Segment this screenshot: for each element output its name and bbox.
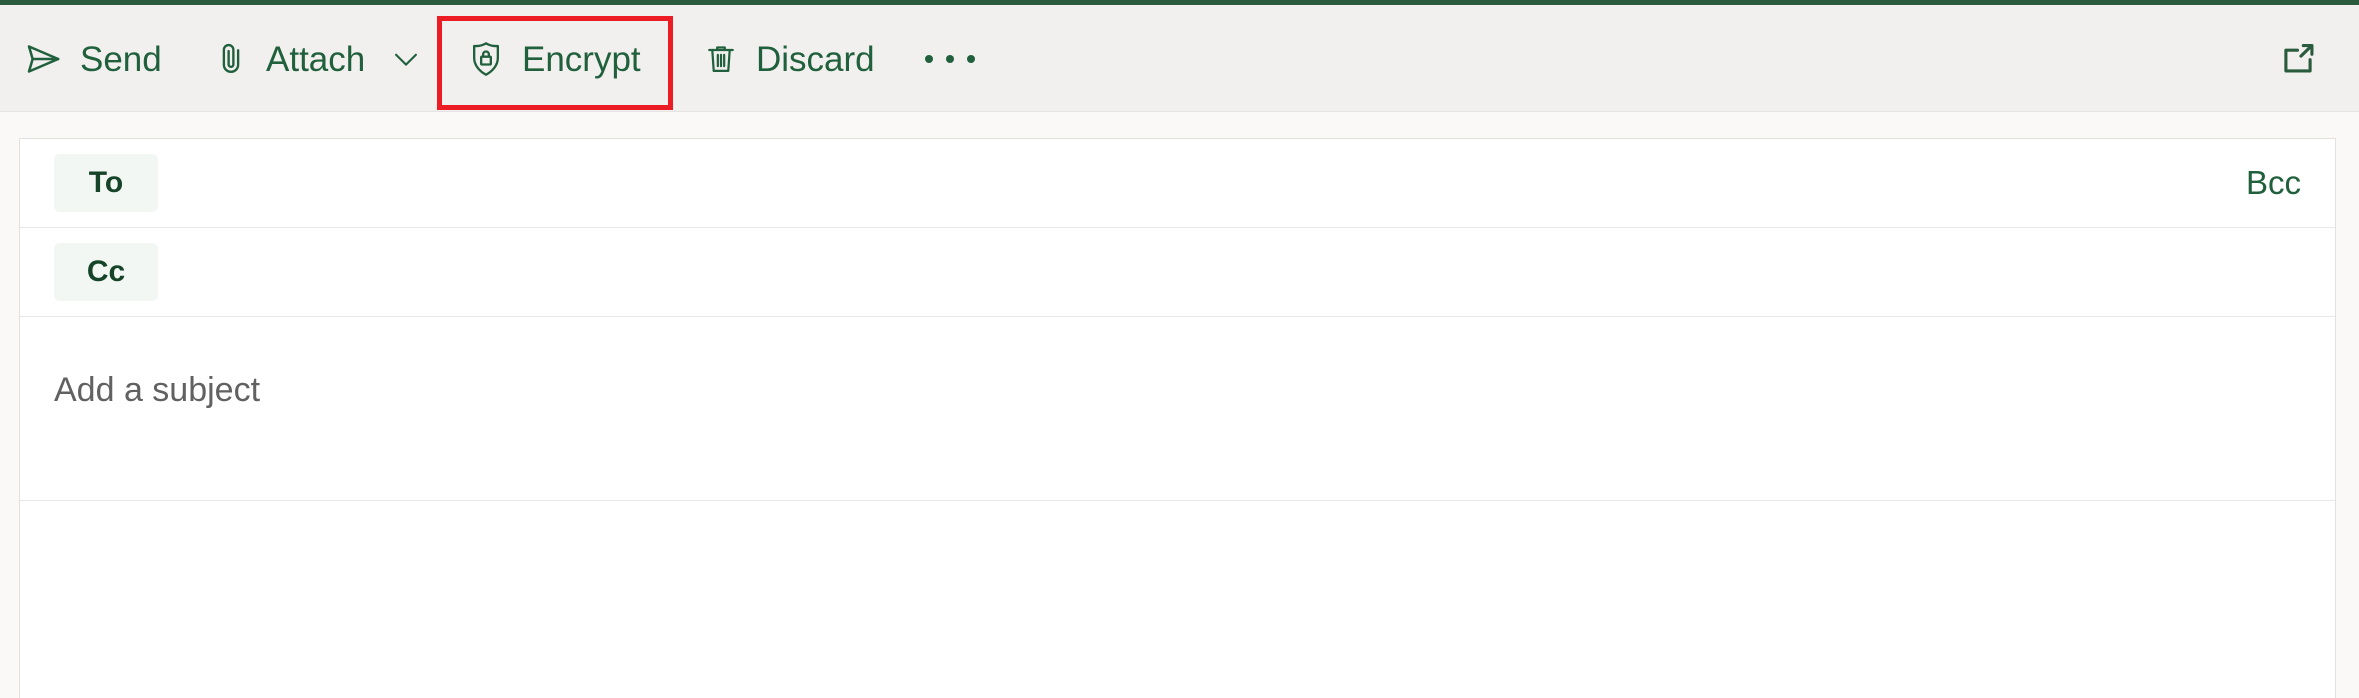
- subject-input[interactable]: [54, 371, 2301, 410]
- compose-form-card: To Bcc Cc: [19, 138, 2336, 698]
- more-options-button[interactable]: [900, 27, 1000, 91]
- send-icon: [24, 39, 64, 79]
- compose-command-toolbar: Send Attach Encrypt Discard: [0, 5, 2359, 112]
- cc-row: Cc: [20, 228, 2335, 317]
- encrypt-button-label: Encrypt: [522, 39, 641, 79]
- message-body-editor[interactable]: [20, 501, 2335, 698]
- shield-lock-icon: [466, 39, 506, 79]
- popout-window-button[interactable]: [2258, 27, 2338, 91]
- cc-field-chip[interactable]: Cc: [54, 243, 158, 301]
- discard-button[interactable]: Discard: [688, 27, 889, 91]
- send-button[interactable]: Send: [10, 27, 176, 91]
- send-button-label: Send: [80, 39, 162, 79]
- to-input[interactable]: [176, 154, 2226, 212]
- cc-input[interactable]: [176, 243, 2301, 301]
- to-field-chip[interactable]: To: [54, 154, 158, 212]
- bcc-toggle-link[interactable]: Bcc: [2246, 164, 2301, 202]
- attach-button[interactable]: Attach: [198, 27, 437, 91]
- ellipsis-icon: [925, 55, 975, 63]
- paperclip-icon: [212, 40, 250, 78]
- attach-button-label: Attach: [266, 39, 366, 79]
- chevron-down-icon[interactable]: [389, 42, 423, 76]
- trash-icon: [702, 40, 740, 78]
- encrypt-button[interactable]: Encrypt: [452, 27, 655, 91]
- subject-row: [20, 317, 2335, 501]
- to-row: To Bcc: [20, 139, 2335, 228]
- popout-icon: [2276, 37, 2320, 81]
- discard-button-label: Discard: [756, 39, 875, 79]
